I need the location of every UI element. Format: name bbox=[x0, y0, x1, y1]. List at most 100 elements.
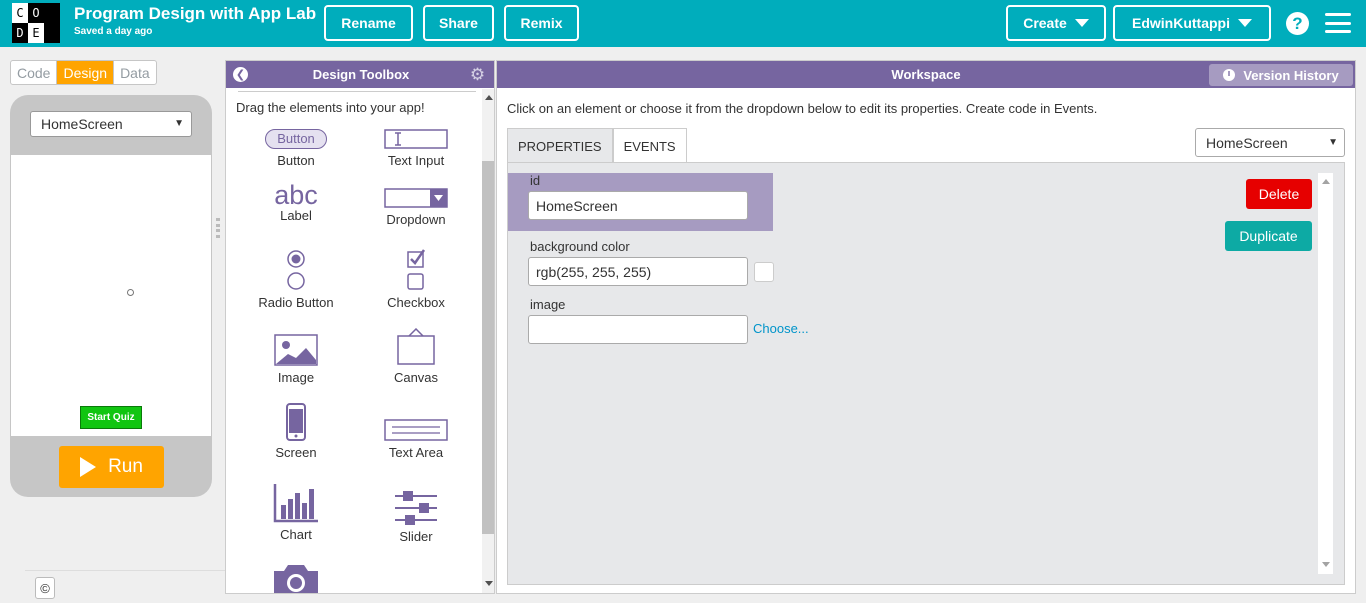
color-swatch[interactable] bbox=[754, 262, 774, 282]
properties-scrollbar[interactable] bbox=[1318, 173, 1333, 574]
toolbox-item-label: Canvas bbox=[393, 370, 439, 385]
toolbox-item-label: Checkbox bbox=[387, 295, 445, 310]
app-screen[interactable] bbox=[11, 155, 211, 436]
id-input[interactable]: HomeScreen bbox=[528, 191, 748, 220]
logo-letter bbox=[44, 3, 60, 23]
start-quiz-button[interactable]: Start Quiz bbox=[80, 406, 142, 429]
caret-down-icon bbox=[1238, 19, 1252, 27]
tab-events[interactable]: EVENTS bbox=[612, 128, 687, 163]
image-input[interactable] bbox=[528, 315, 748, 344]
tab-design[interactable]: Design bbox=[57, 61, 115, 84]
properties-panel: id HomeScreen background color rgb(255, … bbox=[507, 162, 1345, 585]
app-dot-element[interactable] bbox=[127, 289, 134, 296]
duplicate-button[interactable]: Duplicate bbox=[1225, 221, 1312, 251]
create-menu-button[interactable]: Create bbox=[1006, 5, 1106, 41]
background-color-input[interactable]: rgb(255, 255, 255) bbox=[528, 257, 748, 286]
toolbox-item-label: Slider bbox=[399, 529, 433, 544]
canvas-icon bbox=[397, 328, 435, 365]
button-icon: Button bbox=[265, 129, 327, 149]
play-icon bbox=[80, 457, 97, 477]
toolbox-header: Design Toolbox bbox=[226, 61, 494, 88]
image-icon bbox=[274, 334, 318, 366]
logo-letter: E bbox=[28, 23, 44, 43]
camera-icon bbox=[274, 565, 318, 593]
scroll-up-icon[interactable] bbox=[485, 95, 493, 100]
delete-button[interactable]: Delete bbox=[1246, 179, 1312, 209]
choose-image-link[interactable]: Choose... bbox=[753, 321, 809, 336]
toolbox-item-label: Chart bbox=[280, 527, 312, 542]
id-label: id bbox=[530, 173, 541, 188]
remix-button[interactable]: Remix bbox=[504, 5, 579, 41]
toolbox-item-slider[interactable]: Slider bbox=[361, 491, 471, 544]
scroll-down-icon[interactable] bbox=[485, 581, 493, 586]
toolbox-scrollbar[interactable] bbox=[482, 89, 494, 593]
screen-selector-value: HomeScreen bbox=[41, 116, 123, 132]
toolbox-item-checkbox[interactable]: Checkbox bbox=[361, 249, 471, 310]
toolbox-item-chart[interactable]: Chart bbox=[241, 481, 351, 542]
saved-status: Saved a day ago bbox=[74, 26, 153, 37]
tab-code[interactable]: Code bbox=[11, 61, 58, 84]
project-title: Program Design with App Lab bbox=[74, 4, 317, 23]
clock-icon bbox=[1223, 69, 1236, 81]
toolbox-item-text-area[interactable]: Text Area bbox=[361, 419, 471, 460]
workspace-instructions: Click on an element or choose it from th… bbox=[507, 101, 1098, 116]
label-icon: abc bbox=[274, 180, 318, 210]
user-name: EdwinKuttappi bbox=[1132, 15, 1230, 31]
toolbox-instructions: Drag the elements into your app! bbox=[236, 100, 425, 115]
collapse-left-icon[interactable]: ❮ bbox=[233, 67, 248, 82]
toolbox-item-photo-select[interactable] bbox=[241, 563, 351, 593]
checkbox-icon bbox=[407, 249, 426, 290]
run-button[interactable]: Run bbox=[59, 446, 164, 488]
scroll-down-icon[interactable] bbox=[1322, 562, 1330, 567]
slider-icon bbox=[395, 491, 437, 525]
chart-icon bbox=[273, 484, 318, 523]
toolbox-item-radio-button[interactable]: Radio Button bbox=[241, 249, 351, 310]
logo-letter: O bbox=[28, 3, 44, 23]
radio-icon bbox=[287, 250, 305, 290]
copyright-icon[interactable]: © bbox=[35, 577, 55, 599]
user-menu-button[interactable]: EdwinKuttappi bbox=[1113, 5, 1271, 41]
tab-properties[interactable]: PROPERTIES bbox=[507, 128, 613, 163]
help-icon[interactable]: ? bbox=[1286, 12, 1309, 35]
hamburger-menu-icon[interactable] bbox=[1325, 13, 1351, 33]
toolbox-item-image[interactable]: Image bbox=[241, 334, 351, 385]
chevron-down-icon: ▼ bbox=[1328, 137, 1338, 148]
rename-button[interactable]: Rename bbox=[324, 5, 413, 41]
version-history-button[interactable]: Version History bbox=[1209, 64, 1353, 86]
chevron-down-icon: ▼ bbox=[174, 118, 184, 129]
toolbox-item-text-input[interactable]: Text Input bbox=[361, 127, 471, 168]
toolbox-item-button[interactable]: Button Button bbox=[241, 127, 351, 168]
logo-letter: D bbox=[12, 23, 28, 43]
text-input-icon bbox=[384, 129, 448, 149]
screen-selector[interactable]: HomeScreen ▼ bbox=[30, 111, 192, 137]
element-selector-value: HomeScreen bbox=[1206, 134, 1288, 151]
toolbox-item-label: Screen bbox=[275, 445, 317, 460]
element-selector[interactable]: HomeScreen ▼ bbox=[1195, 128, 1345, 157]
run-label: Run bbox=[108, 456, 143, 477]
code-org-logo[interactable]: C O D E bbox=[12, 3, 60, 43]
toolbox-item-label: Text Area bbox=[388, 445, 444, 460]
toolbox-item-label[interactable]: abc Label bbox=[241, 180, 351, 224]
scroll-up-icon[interactable] bbox=[1322, 179, 1330, 184]
toolbox-item-label: Button bbox=[277, 153, 315, 168]
toolbox-item-label: Label bbox=[280, 208, 312, 223]
share-button[interactable]: Share bbox=[423, 5, 494, 41]
workspace-title: Workspace bbox=[891, 67, 961, 82]
toolbox-item-label: Text Input bbox=[387, 153, 445, 168]
workspace-panel: Workspace Version History Click on an el… bbox=[496, 60, 1356, 594]
resize-handle[interactable] bbox=[215, 218, 221, 238]
tab-data[interactable]: Data bbox=[114, 61, 156, 84]
toolbox-item-label: Dropdown bbox=[386, 212, 446, 227]
toolbox-item-canvas[interactable]: Canvas bbox=[361, 328, 471, 385]
design-toolbox: Design Toolbox ❮ ⚙ Drag the elements int… bbox=[225, 60, 495, 594]
create-label: Create bbox=[1023, 15, 1067, 31]
logo-letter: C bbox=[12, 3, 28, 23]
toolbox-item-label: Radio Button bbox=[258, 295, 334, 310]
workspace-tabs: PROPERTIES EVENTS bbox=[507, 128, 687, 163]
scrollbar-thumb[interactable] bbox=[482, 161, 494, 534]
toolbox-item-dropdown[interactable]: Dropdown bbox=[361, 186, 471, 227]
image-label: image bbox=[530, 297, 566, 312]
toolbox-item-screen[interactable]: Screen bbox=[241, 403, 351, 460]
gear-icon[interactable]: ⚙ bbox=[469, 66, 486, 83]
dropdown-icon bbox=[384, 188, 448, 208]
